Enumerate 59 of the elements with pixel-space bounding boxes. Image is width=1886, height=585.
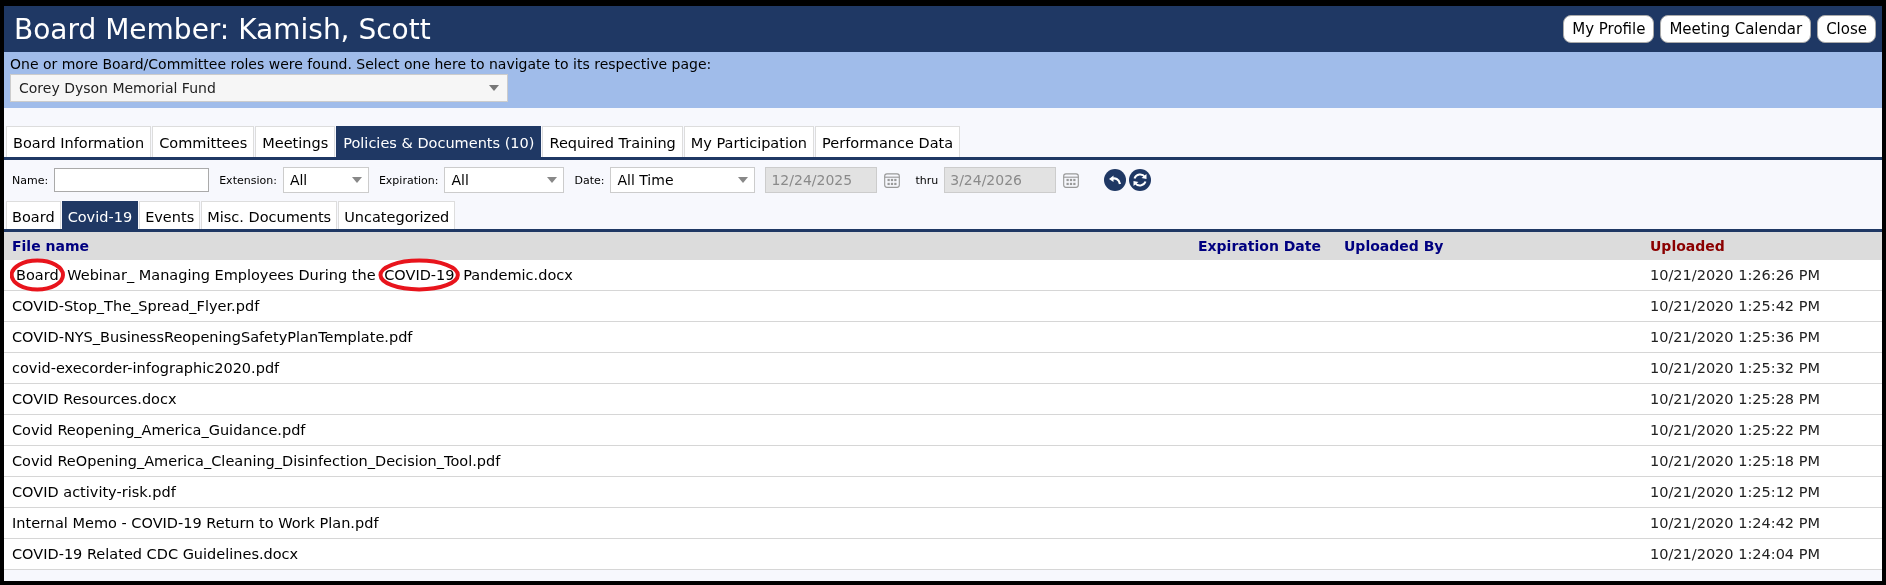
category-tab[interactable]: Covid-19: [61, 201, 139, 229]
role-message: One or more Board/Committee roles were found. Select one here to navigate to its respective page:: [10, 56, 713, 72]
page-title: Board Member: Kamish, Scott: [14, 12, 431, 46]
header-button[interactable]: Close: [1817, 15, 1876, 43]
file-name-cell-text: COVID-Stop_The_Spread_Flyer.pdf: [11, 298, 261, 314]
tab[interactable]: Performance Data: [815, 126, 961, 157]
column-header[interactable]: Expiration Date: [1190, 238, 1336, 254]
date-select[interactable]: All Time: [610, 167, 756, 193]
file-name-cell-text: Covid Reopening_America_Guidance.pdf: [11, 422, 307, 438]
extension-select[interactable]: All: [282, 167, 369, 193]
column-header[interactable]: Uploaded: [1642, 238, 1882, 254]
file-name-cell-text: covid-execorder-infographic2020.pdf: [11, 360, 281, 376]
calendar-icon[interactable]: [883, 171, 902, 189]
category-tab[interactable]: Events: [139, 201, 201, 229]
column-header[interactable]: File name: [4, 238, 1190, 254]
file-name-cell-text: Internal Memo - COVID-19 Return to Work Plan.pdf: [11, 515, 380, 531]
file-name-cell-text: COVID-NYS_BusinessReopeningSafetyPlanTemplate.pdf: [11, 329, 414, 345]
file-name-cell-text: COVID Resources.docx: [11, 391, 178, 407]
tab[interactable]: Committees: [152, 126, 255, 157]
tab[interactable]: Policies & Documents (10): [336, 126, 542, 157]
uploaded-cell-text: 10/21/2020 1:26:26 PM: [1649, 267, 1821, 283]
tab[interactable]: Required Training: [542, 126, 683, 157]
uploaded-cell-text: 10/21/2020 1:25:18 PM: [1649, 453, 1821, 469]
name-field[interactable]: [54, 168, 210, 192]
name-label: Name:: [12, 173, 49, 187]
category-tab[interactable]: Uncategorized: [338, 201, 456, 229]
date-label: Date:: [574, 173, 605, 187]
expiration-select[interactable]: All: [444, 167, 565, 193]
caret-icon: [738, 177, 749, 183]
uploaded-cell-text: 10/21/2020 1:25:28 PM: [1649, 391, 1821, 407]
file-name-cell: Board Webinar_ Managing Employees During the COVID-19 Pandemic.docx: [4, 267, 1190, 283]
uploaded-cell-text: 10/21/2020 1:25:36 PM: [1649, 329, 1821, 345]
header-button[interactable]: Meeting Calendar: [1660, 15, 1812, 43]
uploaded-cell-text: 10/21/2020 1:25:32 PM: [1649, 360, 1821, 376]
undo-icon[interactable]: [1104, 169, 1127, 191]
role-select[interactable]: Corey Dyson Memorial Fund: [10, 74, 508, 102]
extension-label: Extension:: [219, 173, 277, 187]
tab[interactable]: Board Information: [6, 126, 152, 157]
uploaded-cell-text: 10/21/2020 1:25:12 PM: [1649, 484, 1821, 500]
category-tab[interactable]: Board: [6, 201, 61, 229]
thru-label: thru: [915, 173, 939, 187]
caret-icon: [547, 177, 558, 183]
expiration-label: Expiration:: [378, 173, 439, 187]
uploaded-cell-text: 10/21/2020 1:24:04 PM: [1649, 546, 1821, 562]
file-name-cell-text: COVID activity-risk.pdf: [11, 484, 177, 500]
uploaded-cell-text: 10/21/2020 1:25:22 PM: [1649, 422, 1821, 438]
uploaded-cell-text: 10/21/2020 1:25:42 PM: [1649, 298, 1821, 314]
caret-icon: [489, 85, 499, 91]
category-tab[interactable]: Misc. Documents: [201, 201, 338, 229]
refresh-icon[interactable]: [1129, 169, 1152, 191]
column-header[interactable]: Uploaded By: [1336, 238, 1642, 254]
caret-icon: [351, 177, 362, 183]
file-name-cell-text: Covid ReOpening_America_Cleaning_Disinfection_Decision_Tool.pdf: [11, 453, 502, 469]
tab[interactable]: My Participation: [683, 126, 815, 157]
tab[interactable]: Meetings: [255, 126, 336, 157]
calendar-icon[interactable]: [1062, 171, 1081, 189]
header-button[interactable]: My Profile: [1563, 15, 1655, 43]
uploaded-cell-text: 10/21/2020 1:24:42 PM: [1649, 515, 1821, 531]
file-name-cell-text: COVID-19 Related CDC Guidelines.docx: [11, 546, 300, 562]
